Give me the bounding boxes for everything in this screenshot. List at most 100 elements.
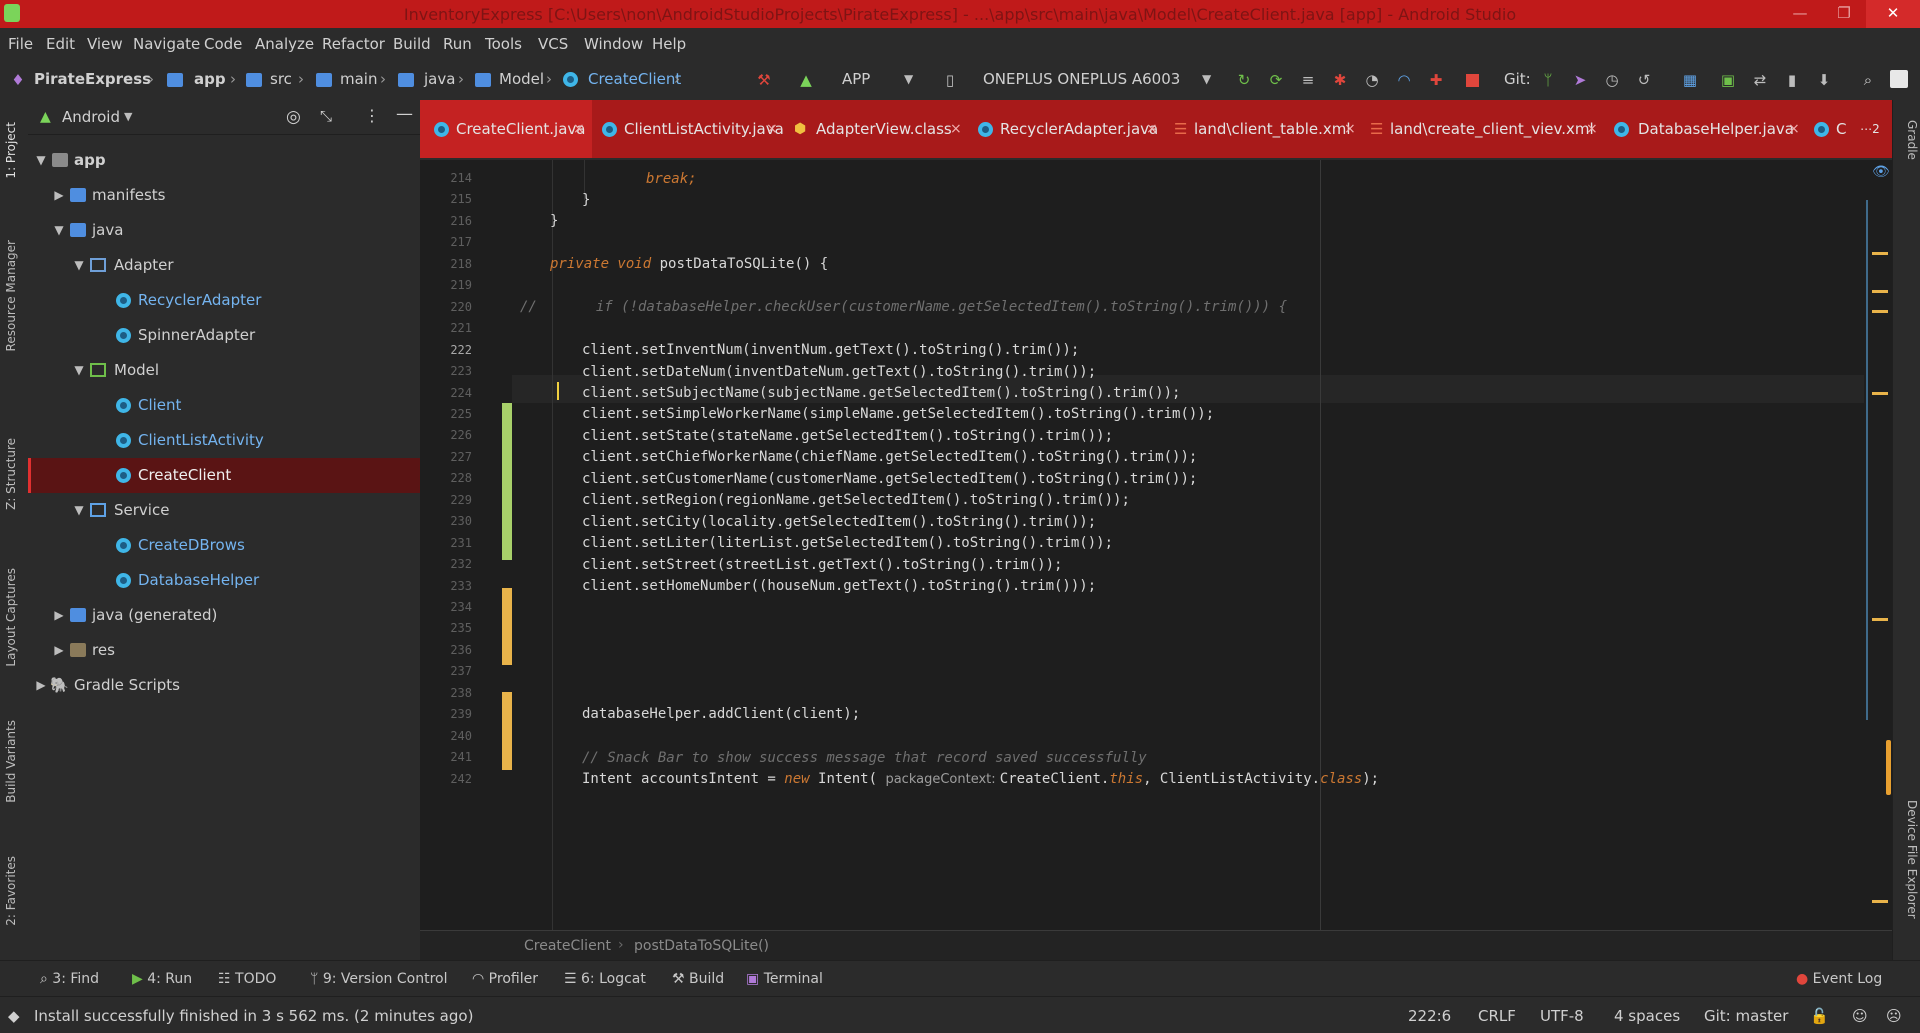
change-marker-modified[interactable] <box>502 588 512 665</box>
tool-tab-layout-captures[interactable]: Layout Captures <box>4 568 24 667</box>
tool-tab-structure[interactable]: Z: Structure <box>4 438 24 510</box>
tab-databasehelper[interactable]: DatabaseHelper.java × <box>1604 100 1804 158</box>
menu-run[interactable]: Run <box>443 35 472 53</box>
code-editor[interactable]: break; } } private void postDataToSQLite… <box>512 160 1864 930</box>
menu-analyze[interactable]: Analyze <box>255 35 314 53</box>
terminal-icon[interactable]: ▣ <box>1718 70 1738 90</box>
chevron-down-icon[interactable]: ▼ <box>72 248 86 283</box>
breadcrumb-model[interactable]: Model <box>499 70 544 88</box>
tool-label[interactable]: 6: Logcat <box>581 971 646 987</box>
chevron-right-icon[interactable]: ▶ <box>52 633 66 668</box>
tab-adapterview[interactable]: ⬢ AdapterView.class × <box>784 100 968 158</box>
tree-item-manifests[interactable]: ▶ manifests <box>28 178 420 213</box>
make-hammer-icon[interactable]: ⚒ <box>754 70 774 90</box>
marker[interactable] <box>1872 290 1888 293</box>
change-marker-modified[interactable] <box>502 692 512 770</box>
avd-manager-icon[interactable]: ▮ <box>1782 70 1802 90</box>
tab-createclient[interactable]: CreateClient.java × <box>420 100 592 158</box>
attach-debugger-icon[interactable]: ✚ <box>1426 70 1446 90</box>
breadcrumb-app[interactable]: app <box>194 70 226 88</box>
menu-help[interactable]: Help <box>652 35 686 53</box>
tree-item-clientlistactivity[interactable]: ClientListActivity <box>28 423 420 458</box>
rollback-icon[interactable]: ↺ <box>1634 70 1654 90</box>
tab-clientlistactivity[interactable]: ClientListActivity.java × <box>592 100 784 158</box>
tree-item-service[interactable]: ▼ Service <box>28 493 420 528</box>
project-structure-icon[interactable]: ▦ <box>1680 70 1700 90</box>
lock-icon[interactable]: 🔓 <box>1810 1007 1829 1025</box>
coverage-icon[interactable]: ◔ <box>1362 70 1382 90</box>
maximize-button[interactable]: ❐ <box>1822 0 1866 28</box>
tabs-overflow-button[interactable]: ⋯2 <box>1848 100 1892 158</box>
tool-label[interactable]: TODO <box>235 971 276 987</box>
user-avatar-icon[interactable] <box>1890 70 1908 88</box>
tool-tab-favorites[interactable]: 2: Favorites <box>4 856 24 926</box>
chevron-down-icon[interactable]: ▼ <box>34 143 48 178</box>
scrollbar-thumb[interactable] <box>1886 740 1891 795</box>
minimize-button[interactable]: — <box>1778 0 1822 28</box>
close-icon[interactable]: × <box>1586 100 1598 158</box>
marker[interactable] <box>1872 618 1888 621</box>
tool-label[interactable]: 3: Find <box>52 971 99 987</box>
chevron-right-icon[interactable]: ▶ <box>52 178 66 213</box>
marker[interactable] <box>1872 900 1888 903</box>
tree-item-spinneradapter[interactable]: SpinnerAdapter <box>28 318 420 353</box>
close-icon[interactable]: × <box>573 100 585 158</box>
chevron-down-icon[interactable]: ▼ <box>904 72 913 86</box>
tree-item-app[interactable]: ▼ app <box>28 143 420 178</box>
tool-tab-build-variants[interactable]: Build Variants <box>4 720 24 803</box>
tab-recycleradapter[interactable]: RecyclerAdapter.java × <box>968 100 1164 158</box>
tree-item-createdbrows[interactable]: CreateDBrows <box>28 528 420 563</box>
tree-item-java-generated[interactable]: ▶ java (generated) <box>28 598 420 633</box>
close-icon[interactable]: × <box>1146 100 1158 158</box>
tab-truncated[interactable]: C <box>1804 100 1848 158</box>
search-icon[interactable]: ⌕ <box>1858 70 1878 90</box>
tool-label[interactable]: Event Log <box>1813 971 1883 987</box>
chevron-right-icon[interactable]: ▶ <box>52 598 66 633</box>
caret-position[interactable]: 222:6 <box>1408 1007 1451 1025</box>
menu-refactor[interactable]: Refactor <box>322 35 385 53</box>
chevron-down-icon[interactable]: ▼ <box>52 213 66 248</box>
menu-build[interactable]: Build <box>393 35 431 53</box>
history-icon[interactable]: ◷ <box>1602 70 1622 90</box>
gradle-sync-icon[interactable]: ⇄ <box>1750 70 1770 90</box>
menu-vcs[interactable]: VCS <box>538 35 568 53</box>
apply-changes-icon[interactable]: ⟳ <box>1266 70 1286 90</box>
menu-code[interactable]: Code <box>204 35 242 53</box>
chevron-down-icon[interactable]: ▼ <box>72 353 86 388</box>
profiler-icon[interactable]: ◠ <box>1394 70 1414 90</box>
tool-tab-project[interactable]: 1: Project <box>4 122 24 179</box>
tab-client-table-xml[interactable]: ☰ land\client_table.xml × <box>1164 100 1360 158</box>
marker[interactable] <box>1872 310 1888 313</box>
tab-create-client-viev-xml[interactable]: ☰ land\create_client_viev.xml × <box>1360 100 1604 158</box>
stop-icon[interactable] <box>1466 74 1479 87</box>
tool-label[interactable]: Profiler <box>489 971 538 987</box>
locate-target-icon[interactable]: ◎ <box>286 107 301 127</box>
tool-label[interactable]: 9: Version Control <box>323 971 448 987</box>
debug-bug-icon[interactable]: ✱ <box>1330 70 1350 90</box>
menu-navigate[interactable]: Navigate <box>133 35 200 53</box>
hector-icon[interactable]: ☺ <box>1852 1007 1868 1025</box>
sdk-manager-icon[interactable]: ⬇ <box>1814 70 1834 90</box>
tree-item-recycleradapter[interactable]: RecyclerAdapter <box>28 283 420 318</box>
menu-window[interactable]: Window <box>584 35 643 53</box>
chevron-down-icon[interactable]: ▼ <box>124 110 132 123</box>
menu-edit[interactable]: Edit <box>46 35 75 53</box>
tool-tab-resource-manager[interactable]: Resource Manager <box>4 240 24 351</box>
close-icon[interactable]: × <box>766 100 778 158</box>
sync-icon[interactable]: ↻ <box>1234 70 1254 90</box>
hide-panel-icon[interactable]: — <box>396 104 413 124</box>
marker[interactable] <box>1872 392 1888 395</box>
menu-view[interactable]: View <box>87 35 123 53</box>
feedback-icon[interactable]: ☹ <box>1886 1007 1902 1025</box>
tool-label[interactable]: 4: Run <box>147 971 192 987</box>
close-icon[interactable]: × <box>1344 100 1356 158</box>
menu-tools[interactable]: Tools <box>485 35 522 53</box>
tree-item-databasehelper[interactable]: DatabaseHelper <box>28 563 420 598</box>
file-encoding[interactable]: UTF-8 <box>1540 1007 1584 1025</box>
tree-item-res[interactable]: ▶ res <box>28 633 420 668</box>
breadcrumb-class[interactable]: CreateClient <box>524 938 611 954</box>
close-icon[interactable]: × <box>950 100 962 158</box>
breadcrumb-project[interactable]: PirateExpress <box>34 70 151 88</box>
more-options-icon[interactable]: ⋮ <box>364 106 380 125</box>
tool-tab-gradle[interactable]: Gradle <box>1899 120 1919 160</box>
